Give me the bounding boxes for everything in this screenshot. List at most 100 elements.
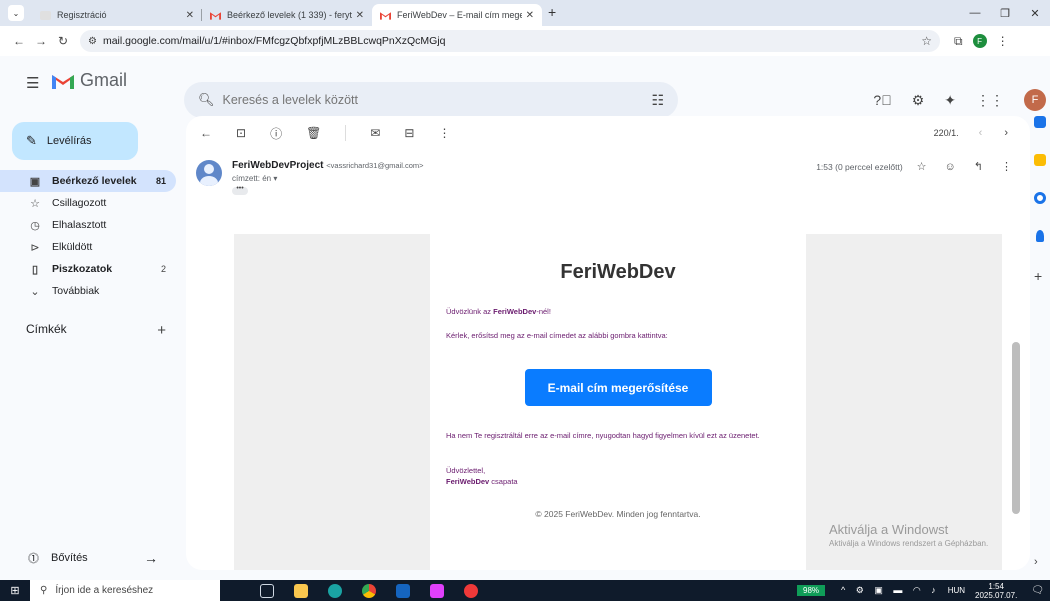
add-label-icon[interactable]: + <box>157 322 166 339</box>
star-icon: ☆ <box>30 197 40 210</box>
restore-icon[interactable]: ❐ <box>990 7 1020 20</box>
tray-icons[interactable]: ^ ⚙ ▣ ▬ ◠ ♪ <box>841 585 940 596</box>
tab-title: Beérkező levelek (1 339) - feryt <box>227 10 352 20</box>
scrollbar-thumb[interactable] <box>1012 342 1020 514</box>
contacts-icon[interactable] <box>1036 230 1044 242</box>
input-language[interactable]: HUN <box>948 586 965 595</box>
browser-tab-registration[interactable]: Regisztráció ✕ <box>32 4 202 26</box>
tab-search-button[interactable]: ⌄ <box>8 5 24 21</box>
extensions-icon[interactable]: ⧉ <box>954 34 963 49</box>
more-options-icon[interactable]: ⋮ <box>1001 160 1012 173</box>
recipient-details[interactable]: címzett: én ▾ <box>232 174 277 183</box>
sidebar-item-drafts[interactable]: ▯ Piszkozatok 2 <box>0 258 176 280</box>
address-bar[interactable]: ⚙ mail.google.com/mail/u/1/#inbox/FMfcgz… <box>80 30 940 52</box>
sender-name[interactable]: FeriWebDevProject <box>232 160 324 171</box>
sidebar-item-starred[interactable]: ☆ Csillagozott <box>0 192 176 214</box>
reload-icon[interactable]: ↻ <box>52 34 74 48</box>
clock-time: 1:54 <box>988 581 1004 591</box>
forward-arrow-icon[interactable]: → <box>30 34 52 48</box>
clock-date: 2025.07.07. <box>975 590 1018 600</box>
watermark-line1: Aktiválja a Windowst <box>829 522 949 537</box>
windows-start-icon[interactable]: ⊞ <box>0 584 30 597</box>
mail-search-bar[interactable]: 🔍︎ ☷ <box>184 82 678 118</box>
sidebar-item-label: Elhalasztott <box>52 219 107 231</box>
send-icon: ⊳ <box>30 241 40 254</box>
chevron-down-icon: ⌄ <box>30 285 40 298</box>
browser-tab-active[interactable]: FeriWebDev – E-mail cím mege ✕ <box>372 4 542 26</box>
new-tab-button[interactable]: + <box>548 2 556 22</box>
signature-brand: FeriWebDev <box>446 477 490 486</box>
back-arrow-icon[interactable]: ← <box>8 34 30 48</box>
upgrade-button[interactable]: ⓵ Bővítés → <box>28 550 158 566</box>
compose-button[interactable]: ✎ Levélírás <box>12 122 138 160</box>
system-tray: 98% ^ ⚙ ▣ ▬ ◠ ♪ HUN 1:54 2025.07.07. 🗨︎ <box>797 580 1050 601</box>
sidebar-item-inbox[interactable]: ▣ Beérkező levelek 81 <box>0 170 176 192</box>
task-view-icon[interactable] <box>260 583 274 598</box>
settings-gear-icon[interactable]: ⚙ <box>912 92 925 109</box>
hide-side-panel-icon[interactable]: › <box>1034 556 1038 568</box>
email-brand-title: FeriWebDev <box>560 261 676 283</box>
reply-icon[interactable]: ↰ <box>974 160 983 173</box>
gmail-wordmark: Gmail <box>80 70 128 90</box>
email-signature: FeriWebDev csapata <box>446 476 790 487</box>
close-window-icon[interactable]: ✕ <box>1020 7 1050 20</box>
back-to-inbox-icon[interactable]: ← <box>200 126 212 140</box>
keep-icon[interactable] <box>1034 154 1046 166</box>
tasks-icon[interactable] <box>1034 192 1046 204</box>
calendar-icon[interactable] <box>1034 116 1046 128</box>
search-options-icon[interactable]: ☷ <box>651 92 664 109</box>
browser-profile-avatar[interactable]: F <box>972 34 987 48</box>
file-explorer-icon[interactable] <box>294 583 308 598</box>
taskbar-clock[interactable]: 1:54 2025.07.07. <box>975 582 1017 600</box>
sender-line: FeriWebDevProject <vassrichard31@gmail.c… <box>232 160 424 171</box>
confirm-email-button[interactable]: E-mail cím megerősítése <box>524 369 712 406</box>
email-ignore-note: Ha nem Te regisztráltál erre az e-mail c… <box>446 431 760 440</box>
sidebar-item-snoozed[interactable]: ◷ Elhalasztott <box>0 214 176 236</box>
app-l-icon[interactable] <box>396 583 410 598</box>
gmail-logo[interactable]: Gmail <box>52 70 127 91</box>
mark-unread-icon[interactable]: ✉ <box>370 126 380 140</box>
search-input[interactable] <box>222 93 652 107</box>
emoji-react-icon[interactable]: ☺ <box>945 161 956 173</box>
sidebar-item-sent[interactable]: ⊳ Elküldött <box>0 236 176 258</box>
notification-icon[interactable]: 🗨︎ <box>1031 585 1044 596</box>
watermark-line2: Aktiválja a Windows rendszert a Gépházba… <box>829 539 989 548</box>
sidebar-item-more[interactable]: ⌄ Továbbiak <box>0 280 176 302</box>
main-menu-icon[interactable]: ☰ <box>26 74 39 92</box>
apps-grid-icon[interactable]: ⋮⋮ <box>976 92 1004 109</box>
site-settings-icon[interactable]: ⚙ <box>88 36 97 47</box>
inbox-icon: ▣ <box>29 175 41 188</box>
close-tab-icon[interactable]: ✕ <box>526 10 534 21</box>
archive-icon[interactable]: ⊡ <box>236 126 246 140</box>
account-avatar[interactable]: F <box>1024 89 1046 111</box>
app-grid-icon[interactable] <box>430 583 444 598</box>
browser-tab-inbox[interactable]: Beérkező levelek (1 339) - feryt ✕ <box>202 4 372 26</box>
gmail-m-icon <box>52 74 74 89</box>
help-icon[interactable]: ?⃝ <box>873 92 891 108</box>
move-to-icon[interactable]: ⊟ <box>404 126 414 140</box>
sidebar-item-label: Továbbiak <box>52 285 100 297</box>
star-icon[interactable]: ☆ <box>917 160 927 173</box>
sidebar-item-label: Elküldött <box>52 241 93 253</box>
browser-menu-icon[interactable]: ⋮ <box>997 34 1009 48</box>
gemini-sparkle-icon[interactable]: ✦ <box>944 92 956 109</box>
sender-avatar[interactable] <box>196 160 222 186</box>
get-addons-icon[interactable]: + <box>1034 268 1050 284</box>
minimize-icon[interactable]: — <box>960 7 990 19</box>
search-icon[interactable]: 🔍︎ <box>198 92 215 108</box>
battery-indicator[interactable]: 98% <box>797 585 826 596</box>
report-spam-icon[interactable]: ⓘ <box>270 125 282 142</box>
edge-browser-icon[interactable] <box>328 583 342 598</box>
newer-chevron-icon[interactable]: ‹ <box>979 127 983 139</box>
chrome-browser-icon[interactable] <box>362 583 376 598</box>
app-vivaldi-icon[interactable] <box>464 583 478 598</box>
bookmark-star-icon[interactable]: ☆ <box>921 34 932 48</box>
close-tab-icon[interactable]: ✕ <box>186 10 194 21</box>
upgrade-label: Bővítés <box>51 552 88 564</box>
delete-icon[interactable]: 🗑︎ <box>306 126 321 140</box>
older-chevron-icon[interactable]: › <box>1004 127 1008 139</box>
taskbar-search[interactable]: ⚲ Írjon ide a kereséshez <box>30 580 220 601</box>
show-trimmed-content-button[interactable]: ••• <box>232 185 248 195</box>
close-tab-icon[interactable]: ✕ <box>356 10 364 21</box>
more-actions-icon[interactable]: ⋮ <box>438 126 450 140</box>
